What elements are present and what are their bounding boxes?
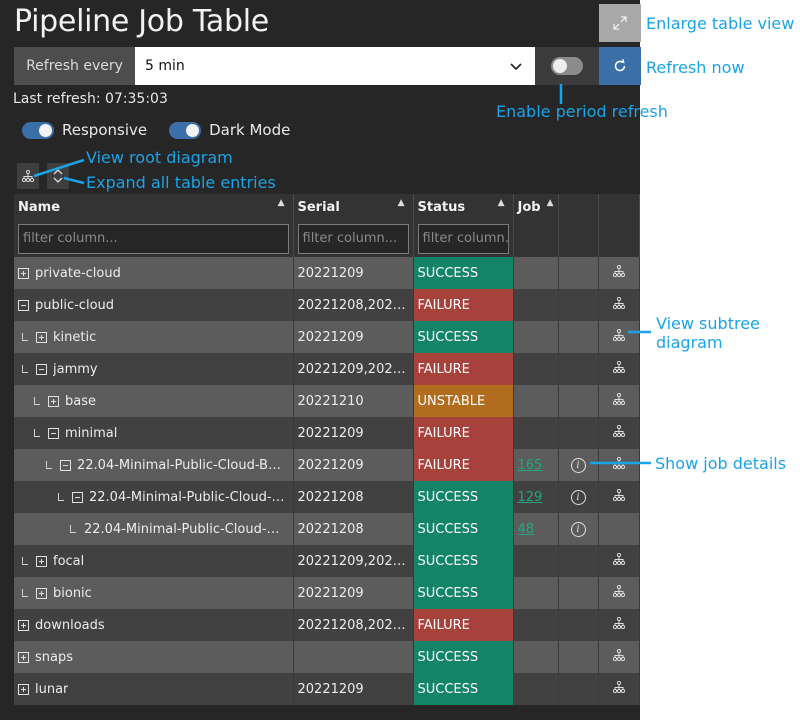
job-details-annotation: Show job details	[655, 454, 787, 473]
period-refresh-annotation: Enable period refresh	[496, 102, 668, 121]
subtree-diagram-annotation: View subtree diagram	[656, 314, 760, 352]
expand-all-annotation: Expand all table entries	[86, 173, 276, 192]
refresh-now-annotation: Refresh now	[646, 58, 745, 77]
enlarge-annotation: Enlarge table view	[646, 14, 795, 33]
annotation-lines	[33, 84, 651, 465]
root-diagram-annotation: View root diagram	[86, 148, 233, 167]
